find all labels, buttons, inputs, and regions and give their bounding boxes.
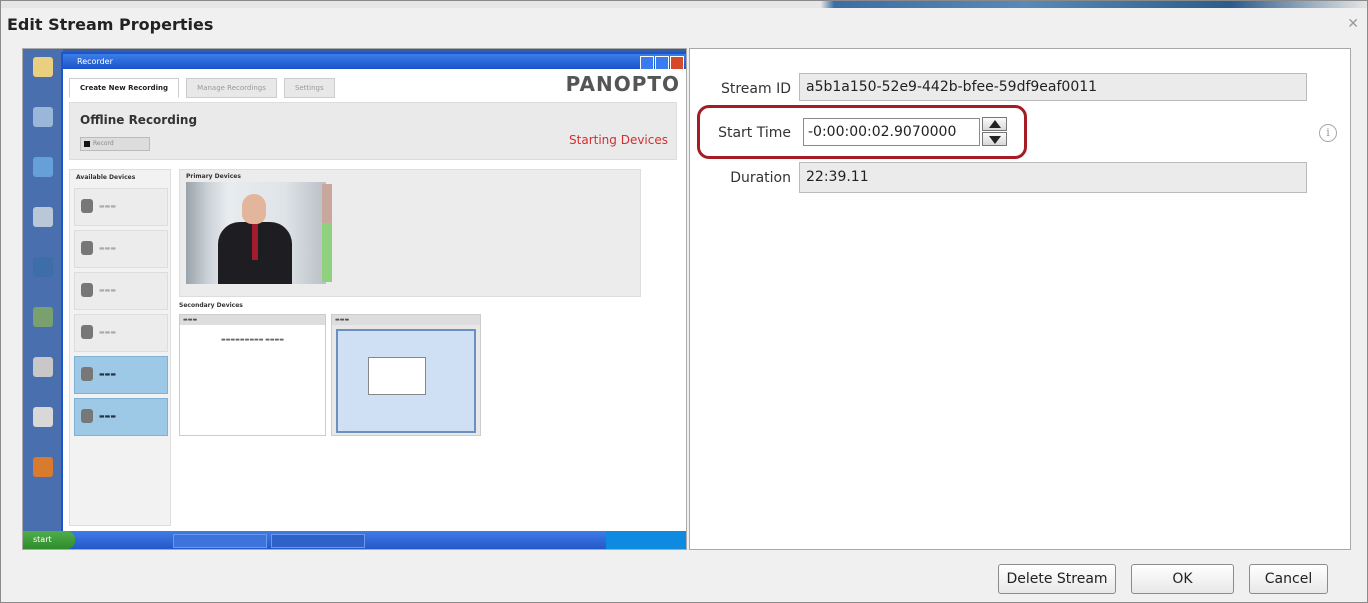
desktop-icon [33,307,53,327]
xp-taskbar: start [23,531,686,549]
stream-id-label: Stream ID [720,81,791,97]
desktop-icon [33,357,53,377]
audio-meter [322,184,332,282]
desktop-icon [33,157,53,177]
duration-label: Duration [730,170,791,186]
system-tray [606,531,686,549]
title-bar: Edit Stream Properties ✕ [1,8,1367,38]
tab-settings: Settings [283,78,335,98]
highlight-annotation [697,105,1027,159]
stream-preview-image: Recorder Create New Recording Manage Rec… [22,48,687,550]
stream-id-field: a5b1a150-52e9-442b-bfee-59df9eaf0011 [799,73,1307,101]
tab-create: Create New Recording [69,78,180,98]
desktop-icon [33,457,53,477]
desktop-icons [23,49,63,531]
offline-title: Offline Recording [80,113,198,127]
recorder-title: Recorder [63,54,686,69]
screen-capture-panel: ▬▬▬ [331,314,481,436]
recorder-tabs: Create New Recording Manage Recordings S… [69,75,337,98]
recorder-window: Recorder Create New Recording Manage Rec… [61,52,686,534]
device-item: ▬▬▬ [74,356,168,394]
desktop-icon [33,257,53,277]
start-button: start [23,531,75,549]
available-devices-heading: Available Devices [76,174,136,181]
info-icon[interactable]: i [1319,124,1337,142]
starting-devices-status: Starting Devices [569,133,668,147]
device-item: ▬▬▬ [74,314,168,352]
video-feed [186,182,326,284]
duration-field: 22:39.11 [799,162,1307,193]
available-devices-panel: Available Devices ▬▬▬ ▬▬▬ ▬▬▬ ▬▬▬ ▬▬▬ ▬▬… [69,169,171,526]
device-item: ▬▬▬ [74,398,168,436]
panopto-logo: PANOPTO [565,72,680,96]
tab-manage: Manage Recordings [186,78,277,98]
dialog-title: Edit Stream Properties [7,15,214,34]
cancel-button[interactable]: Cancel [1249,564,1328,594]
close-icon[interactable]: ✕ [1347,16,1359,32]
ok-button[interactable]: OK [1131,564,1234,594]
taskbar-item [173,534,267,548]
offline-recording-panel: Offline Recording Record Starting Device… [69,102,677,160]
edit-stream-dialog: Edit Stream Properties ✕ Recorder Create… [0,0,1368,603]
delete-stream-button[interactable]: Delete Stream [998,564,1116,594]
taskbar-item [271,534,365,548]
record-button: Record [80,137,150,151]
desktop-icon [33,207,53,227]
device-item: ▬▬▬ [74,272,168,310]
device-item: ▬▬▬ [74,188,168,226]
primary-devices-panel: Primary Devices [179,169,641,297]
desktop-icon [33,107,53,127]
desktop-icon [33,57,53,77]
background-strip [1,1,1367,8]
device-item: ▬▬▬ [74,230,168,268]
secondary-device-panel: ▬▬▬ ▬▬▬▬▬▬▬▬▬ ▬▬▬▬ [179,314,326,436]
secondary-devices-heading: Secondary Devices [179,302,243,309]
desktop-icon [33,407,53,427]
